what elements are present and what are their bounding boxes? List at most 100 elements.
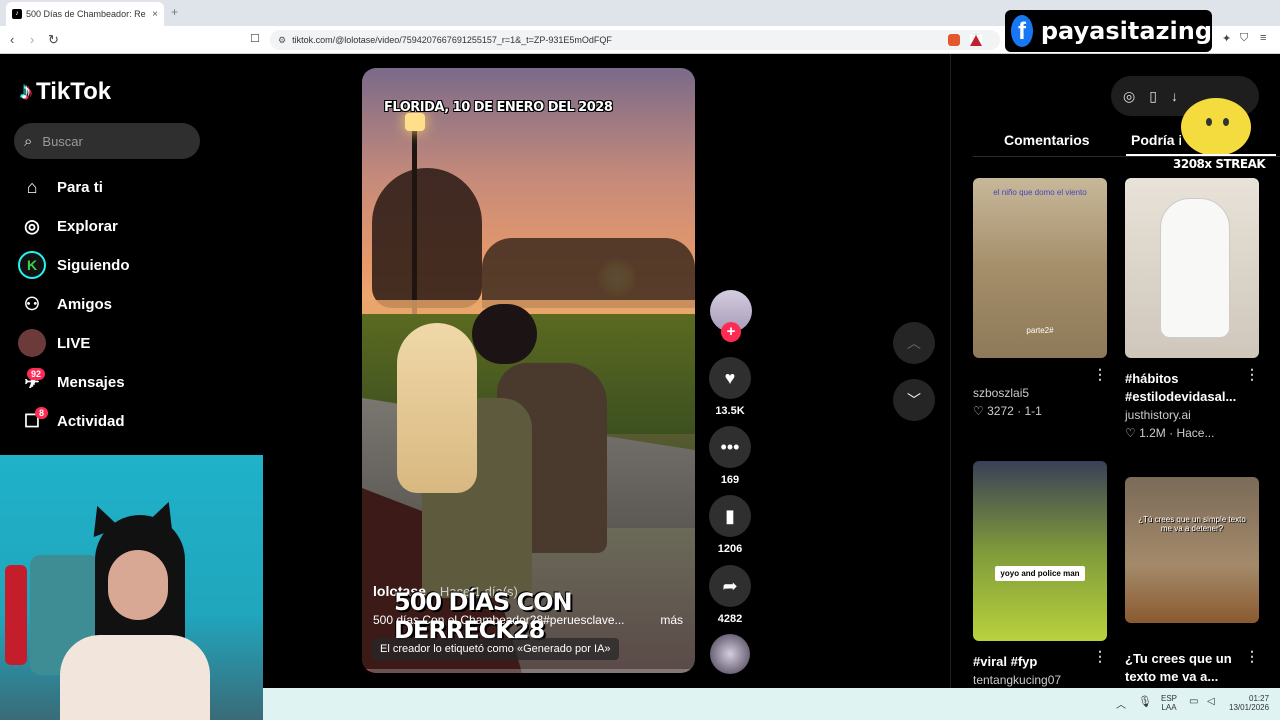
video-card[interactable]: ¿Tú crees que un simple texto me va a de…: [1125, 477, 1259, 686]
search-input[interactable]: [42, 133, 173, 149]
device-icon[interactable]: ▯: [1149, 88, 1157, 105]
reload-icon[interactable]: ↻: [48, 32, 59, 48]
share-count: 4282: [717, 613, 743, 625]
clock-date: 13/01/2026: [1229, 703, 1270, 712]
more-options-icon[interactable]: ⋮: [1093, 648, 1107, 665]
video-card[interactable]: yoyo and police man #viral #fyp tentangk…: [973, 461, 1107, 687]
video-progress-bar[interactable]: [362, 669, 695, 673]
video-thumbnail[interactable]: [1125, 178, 1259, 358]
microphone-icon[interactable]: 🎙: [1138, 695, 1152, 708]
sidebar-item-label: Para ti: [57, 178, 103, 196]
more-link[interactable]: más: [660, 613, 683, 627]
streak-text: 3208x STREAK: [1173, 157, 1266, 171]
video-thumbnail[interactable]: yoyo and police man: [973, 461, 1107, 641]
card-author[interactable]: tentangkucing07: [973, 673, 1107, 687]
follow-button[interactable]: +: [721, 322, 741, 342]
card-author[interactable]: szboszlai5: [973, 386, 1107, 400]
streak-eye: [1223, 118, 1229, 126]
heart-icon[interactable]: ♥: [709, 357, 751, 399]
more-options-icon[interactable]: ⋮: [1245, 648, 1259, 665]
back-icon[interactable]: ‹: [10, 32, 14, 47]
previous-video-button[interactable]: ︿: [893, 322, 935, 364]
clock-time: 01:27: [1249, 694, 1270, 703]
url-field[interactable]: ⚙ tiktok.com/@lolotase/video/75942076676…: [270, 30, 1000, 50]
sidebar-item-label: Mensajes: [57, 373, 125, 391]
card-stats: ♡ 3272 · 1-1: [973, 404, 1042, 418]
comment-action[interactable]: ••• 169: [709, 426, 751, 486]
sidebar-item-label: Siguiendo: [57, 256, 130, 274]
vpn-icon[interactable]: ⛉: [1240, 32, 1248, 45]
ai-generated-label[interactable]: El creador lo etiquetó como «Generado po…: [372, 638, 619, 660]
sidebar-item-amigos[interactable]: ⚇ Amigos: [18, 290, 112, 318]
thumbnail-caption: el niño que domo el viento: [993, 188, 1087, 197]
sidebar-item-actividad[interactable]: ☐ Actividad: [18, 407, 125, 435]
more-options-icon[interactable]: ⋮: [1093, 366, 1107, 383]
sidebar-item-live[interactable]: LIVE: [18, 329, 90, 357]
video-player[interactable]: FLORIDA, 10 DE ENERO DEL 2028 lolotase · …: [362, 68, 695, 673]
following-icon: K: [18, 251, 46, 279]
tab-title: 500 Días de Chambeador: Re: [26, 9, 146, 19]
clock[interactable]: 01:27 13/01/2026: [1229, 694, 1269, 712]
tray-chevron-icon[interactable]: ︿: [1116, 696, 1126, 711]
tiktok-logo[interactable]: ♪ TikTok: [20, 78, 111, 106]
sidebar-item-siguiendo[interactable]: K Siguiendo: [18, 251, 130, 279]
rewards-icon[interactable]: [970, 34, 982, 46]
video-card[interactable]: #hábitos #estilodevidasal... justhistory…: [1125, 178, 1259, 440]
video-thumbnail[interactable]: ¿Tú crees que un simple texto me va a de…: [1125, 477, 1259, 623]
sidebar: ♪ TikTok ⌕ ⌂ Para ti ◎ Explorar K Siguie…: [0, 54, 262, 454]
site-info-icon[interactable]: ⚙: [278, 35, 286, 46]
activity-badge: 8: [35, 407, 49, 419]
card-extra: 1-1: [1024, 404, 1042, 418]
friends-icon: ⚇: [23, 293, 41, 314]
browser-tab[interactable]: ♪ 500 Días de Chambeador: Re ×: [6, 2, 164, 26]
save-count: 1206: [717, 543, 743, 555]
tab-comentarios[interactable]: Comentarios: [1004, 132, 1090, 148]
video-tree: [372, 168, 482, 308]
video-lamp-head: [405, 113, 425, 131]
music-disc-icon[interactable]: [710, 634, 750, 674]
streak-emoji: [1181, 98, 1251, 156]
card-title[interactable]: #hábitos #estilodevidasal...: [1125, 370, 1243, 406]
live-icon: [18, 329, 46, 357]
brave-shield-icon[interactable]: [948, 34, 960, 46]
ai-icon[interactable]: ✦: [1222, 32, 1231, 45]
search-box[interactable]: ⌕: [14, 123, 200, 159]
new-tab-button[interactable]: +: [171, 5, 178, 19]
sidebar-item-label: Explorar: [57, 217, 118, 235]
share-action[interactable]: ➦ 4282: [709, 565, 751, 625]
tab-close-icon[interactable]: ×: [152, 9, 158, 20]
compass-icon: ◎: [24, 215, 40, 236]
like-action[interactable]: ♥ 13.5K: [709, 357, 751, 417]
card-title[interactable]: #viral #fyp: [973, 653, 1091, 671]
sidebar-item-label: Amigos: [57, 295, 113, 313]
video-boy-hair: [472, 304, 537, 364]
language-layout: LAA: [1161, 703, 1177, 712]
video-card[interactable]: el niño que domo el viento parte2# szbos…: [973, 178, 1107, 418]
next-video-button[interactable]: ﹀: [893, 379, 935, 421]
menu-icon[interactable]: ≡: [1260, 32, 1266, 44]
save-action[interactable]: ▮ 1206: [709, 495, 751, 555]
volume-icon[interactable]: ◁: [1207, 696, 1215, 707]
bookmark-icon[interactable]: ▮: [709, 495, 751, 537]
comment-icon[interactable]: •••: [709, 426, 751, 468]
video-thumbnail[interactable]: el niño que domo el viento parte2#: [973, 178, 1107, 358]
card-author[interactable]: justhistory.ai: [1125, 408, 1259, 422]
webcam-person-face: [108, 550, 168, 620]
bookmark-icon[interactable]: ☐: [250, 32, 260, 45]
more-options-icon[interactable]: ⋮: [1245, 366, 1259, 383]
compass-icon[interactable]: ◎: [1123, 88, 1135, 105]
url-text[interactable]: tiktok.com/@lolotase/video/7594207667691…: [292, 35, 612, 45]
sidebar-item-para-ti[interactable]: ⌂ Para ti: [18, 173, 103, 201]
video-description: 500 días Con el Chambeador28#peruesclave…: [373, 613, 683, 627]
card-likes: 1.2M: [1139, 426, 1166, 440]
forward-icon[interactable]: ›: [30, 32, 34, 47]
network-icon[interactable]: ▭: [1189, 696, 1198, 707]
card-extra: Hace...: [1176, 426, 1215, 440]
card-title[interactable]: ¿Tu crees que un texto me va a...: [1125, 650, 1243, 686]
share-icon[interactable]: ➦: [709, 565, 751, 607]
tab-podria-interesarte[interactable]: Podría interesarte: [1131, 132, 1181, 148]
home-icon: ⌂: [26, 176, 38, 197]
download-icon[interactable]: ↓: [1171, 88, 1178, 104]
language-indicator[interactable]: ESP LAA: [1161, 694, 1177, 712]
sidebar-item-explorar[interactable]: ◎ Explorar: [18, 212, 118, 240]
